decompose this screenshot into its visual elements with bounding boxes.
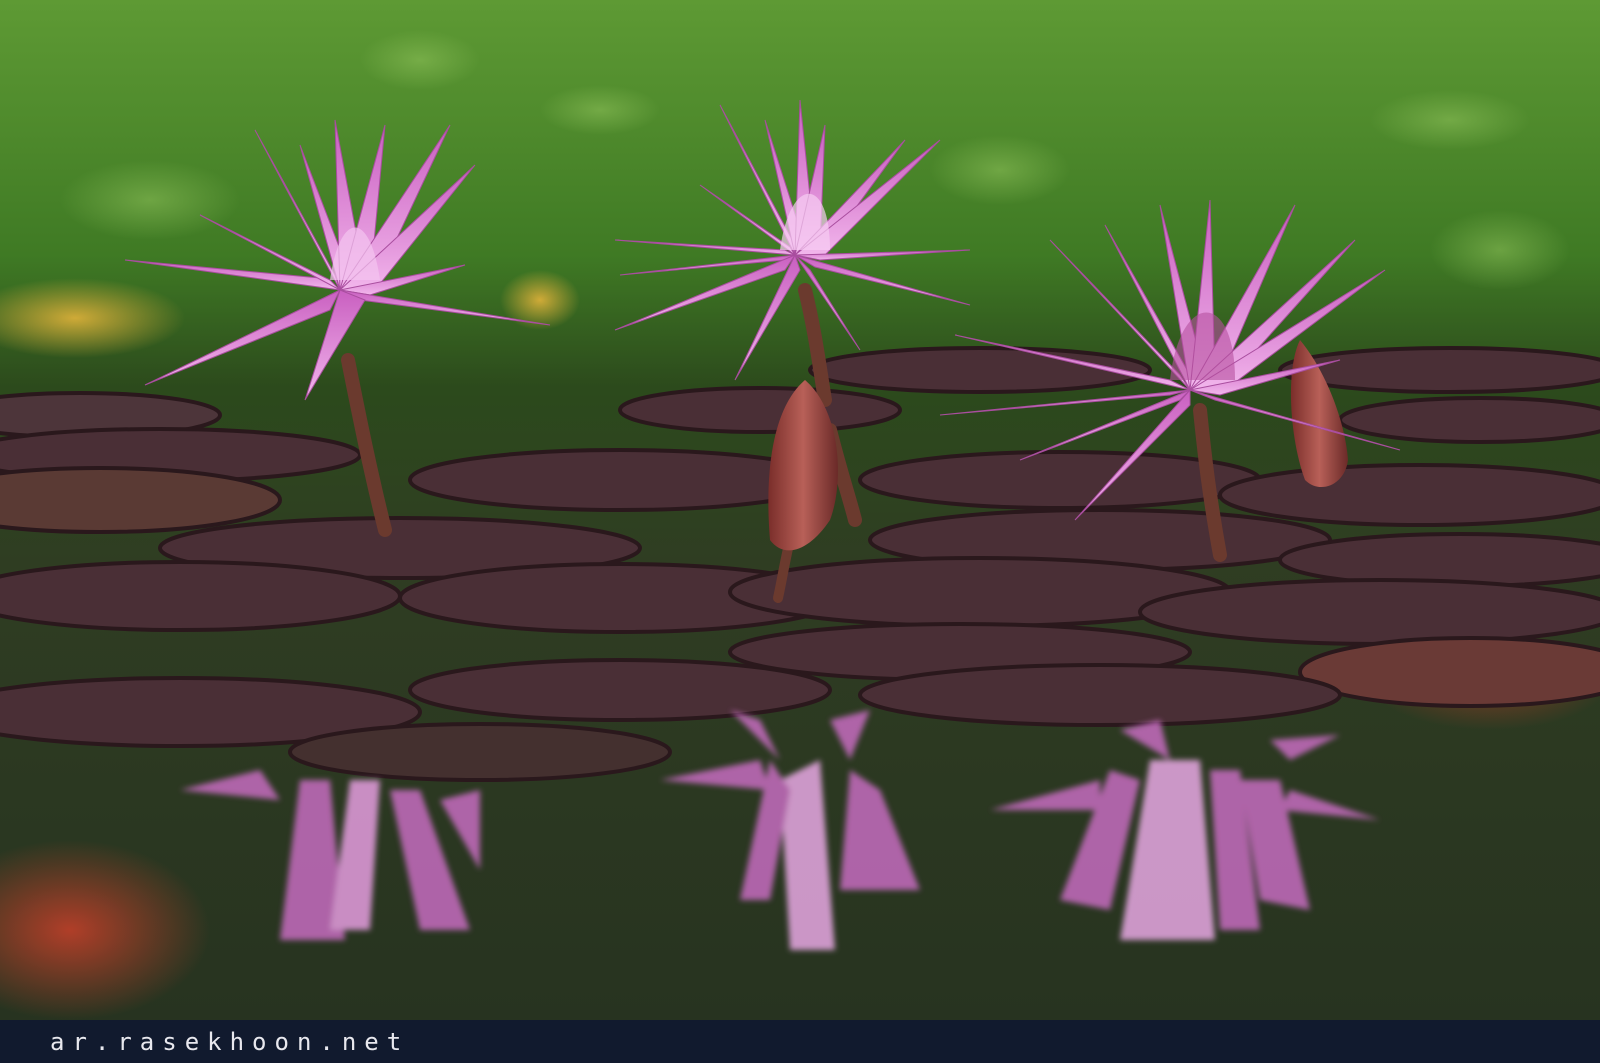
watermark-bar: ar.rasekhoon.net xyxy=(0,1020,1600,1063)
watermark-text: ar.rasekhoon.net xyxy=(50,1027,410,1056)
pond-scene xyxy=(0,0,1600,1020)
photo: ar.rasekhoon.net xyxy=(0,0,1600,1063)
